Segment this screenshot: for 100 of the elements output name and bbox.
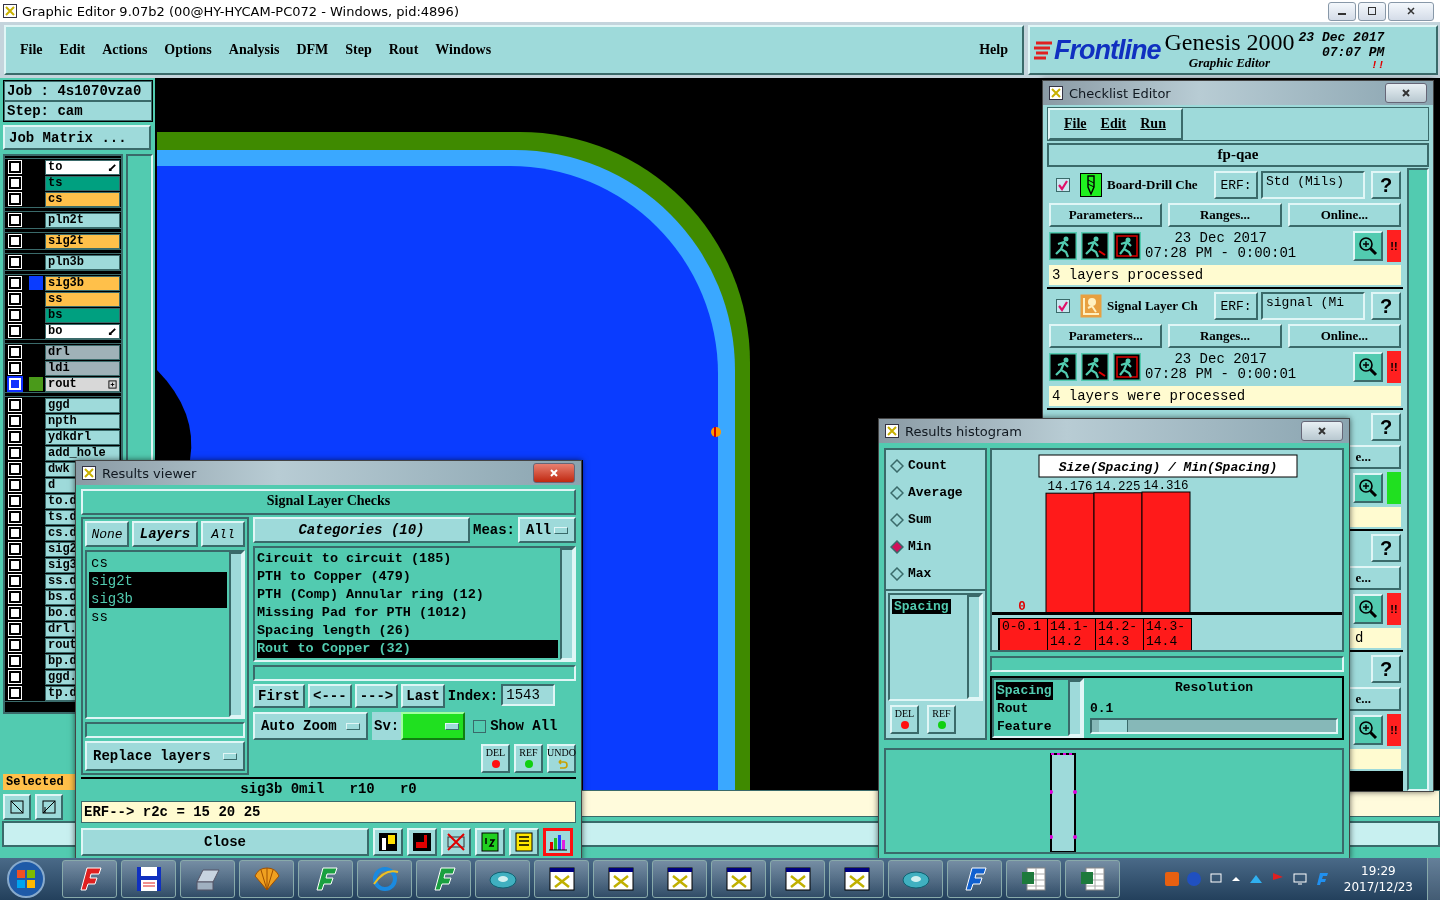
layer-checkbox[interactable] <box>9 447 21 459</box>
layer-checkbox[interactable] <box>9 325 21 337</box>
radio-button[interactable] <box>890 539 904 554</box>
runner-icon[interactable] <box>1049 232 1077 260</box>
category-item[interactable]: PTH (Comp) Annular ring (12) <box>257 586 558 604</box>
layer-row[interactable]: to <box>45 159 120 175</box>
layer-checkbox[interactable] <box>9 161 21 173</box>
zoom-button[interactable] <box>1353 231 1383 261</box>
all-button[interactable]: All <box>201 521 245 547</box>
layer-checkbox[interactable] <box>9 309 21 321</box>
start-button[interactable] <box>6 859 46 899</box>
taskbar-button[interactable] <box>1006 860 1061 898</box>
menu-item[interactable]: Rout <box>388 42 419 58</box>
mark-button[interactable]: UNDO <box>547 744 576 773</box>
taskbar-button[interactable] <box>121 860 176 898</box>
index-field[interactable]: 1543 <box>501 684 556 706</box>
layer-row[interactable]: bo <box>45 323 120 339</box>
scroll-bar[interactable] <box>229 552 243 717</box>
category-item[interactable]: Rout to Copper (32) <box>257 640 558 658</box>
scroll-bar[interactable] <box>253 665 576 681</box>
menu-item[interactable]: Edit <box>1100 116 1127 132</box>
taskbar-button[interactable] <box>475 860 530 898</box>
layer-row[interactable]: add_hole <box>45 445 120 461</box>
layer-row[interactable]: pln2t <box>45 212 120 228</box>
layer-checkbox[interactable] <box>9 623 21 635</box>
layer-checkbox[interactable] <box>9 543 21 555</box>
runner-icon[interactable] <box>1049 353 1077 381</box>
close-button[interactable] <box>1301 421 1343 441</box>
taskbar-button[interactable] <box>829 860 884 898</box>
taskbar-button[interactable] <box>593 860 648 898</box>
runner-icon[interactable] <box>1113 232 1141 260</box>
layer-item[interactable]: ss <box>89 608 227 626</box>
category-item[interactable]: PTH to Copper (479) <box>257 568 558 586</box>
close-button[interactable] <box>533 463 575 483</box>
layer-row[interactable]: cs <box>45 191 120 207</box>
menu-item[interactable]: Analysis <box>228 42 280 58</box>
taskbar-button[interactable] <box>534 860 589 898</box>
mark-button[interactable]: REF <box>927 705 956 734</box>
layer-checkbox[interactable] <box>9 687 21 699</box>
mark-button[interactable]: REF <box>514 744 543 773</box>
menu-item[interactable]: Windows <box>435 42 492 58</box>
zoom-button[interactable] <box>1353 594 1383 624</box>
menu-item[interactable]: File <box>20 42 43 58</box>
category-item[interactable]: Missing Pad for PTH (1012) <box>257 604 558 622</box>
close-button[interactable] <box>1385 83 1427 103</box>
help-menu[interactable]: Help <box>979 42 1008 58</box>
field-item[interactable]: Rout <box>996 700 1030 718</box>
layer-checkbox[interactable] <box>9 495 21 507</box>
slider-thumb[interactable] <box>1099 720 1129 732</box>
layer-row[interactable]: ss <box>45 291 120 307</box>
taskbar-button[interactable] <box>711 860 766 898</box>
layer-checkbox[interactable] <box>9 214 21 226</box>
layer-checkbox[interactable] <box>9 639 21 651</box>
layer-row[interactable]: pln3b <box>45 254 120 270</box>
menu-item[interactable]: File <box>1064 116 1087 132</box>
layer-checkbox[interactable] <box>9 511 21 523</box>
layer-checkbox[interactable] <box>9 575 21 587</box>
layer-row[interactable]: ggd <box>45 397 120 413</box>
check-button[interactable]: Ranges... <box>1168 324 1282 348</box>
layer-checkbox[interactable] <box>9 591 21 603</box>
measure-item[interactable]: Spacing <box>892 599 951 614</box>
layer-row[interactable]: rout <box>45 376 120 392</box>
layer-checkbox[interactable] <box>9 399 21 411</box>
runner-icon[interactable] <box>1081 232 1109 260</box>
resolution-slider[interactable] <box>1090 718 1338 734</box>
zoom-button[interactable] <box>1353 473 1383 503</box>
minimize-button[interactable] <box>1328 1 1356 21</box>
help-button[interactable]: ? <box>1371 171 1401 199</box>
radio-button[interactable] <box>890 566 904 581</box>
layer-row[interactable]: bs <box>45 307 120 323</box>
taskbar-button[interactable] <box>652 860 707 898</box>
mark-button[interactable]: DEL <box>481 744 510 773</box>
sv-dropdown[interactable] <box>401 712 466 740</box>
help-button[interactable]: ? <box>1371 292 1401 320</box>
taskbar-button[interactable] <box>1065 860 1120 898</box>
category-item[interactable]: Spacing length (26) <box>257 622 558 640</box>
categories-button[interactable]: Categories (10) <box>253 517 470 543</box>
mark-button[interactable]: DEL <box>890 705 919 734</box>
runner-icon[interactable] <box>1081 353 1109 381</box>
check-button[interactable]: Online... <box>1287 203 1401 227</box>
layer-checkbox[interactable] <box>9 293 21 305</box>
layer-item[interactable]: cs <box>89 554 227 572</box>
check-button[interactable]: Online... <box>1287 324 1401 348</box>
maximize-button[interactable] <box>1358 1 1386 21</box>
layer-checkbox[interactable] <box>9 559 21 571</box>
radio-button[interactable] <box>890 458 904 473</box>
show-all-checkbox[interactable] <box>473 719 487 733</box>
field-item[interactable]: Spacing <box>996 682 1053 700</box>
menu-item[interactable]: Run <box>1140 116 1166 132</box>
layer-checkbox[interactable] <box>9 479 21 491</box>
layer-checkbox[interactable] <box>9 346 21 358</box>
zoom-button[interactable] <box>1353 352 1383 382</box>
none-button[interactable]: None <box>85 521 129 547</box>
check-button[interactable]: Parameters... <box>1049 203 1163 227</box>
menu-item[interactable]: Step <box>345 42 372 58</box>
layer-checkbox[interactable] <box>9 463 21 475</box>
meas-dropdown[interactable]: All <box>518 517 576 543</box>
layer-item[interactable]: sig3b <box>89 590 227 608</box>
nav-button[interactable]: <--- <box>308 684 352 708</box>
scroll-bar[interactable] <box>990 656 1344 672</box>
